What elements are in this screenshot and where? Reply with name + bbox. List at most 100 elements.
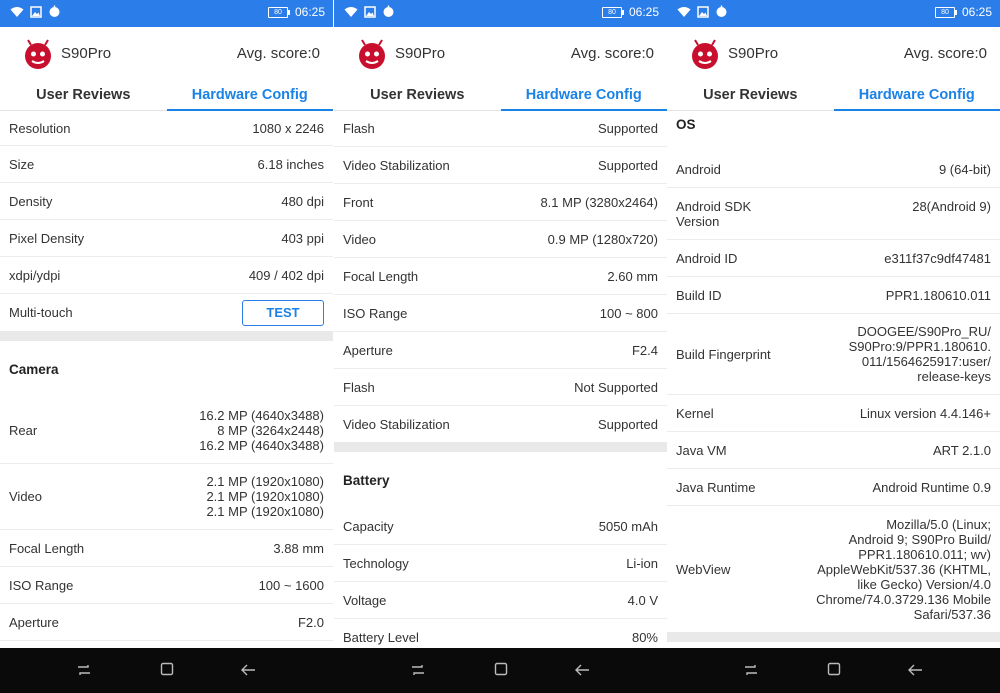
image-icon [30,5,42,18]
status-time: 06:25 [961,5,992,19]
row-label: Battery Level [343,629,419,645]
app-notification-icon [716,5,727,17]
row-label: Voltage [343,592,387,608]
status-time: 06:25 [628,5,659,19]
back-icon[interactable] [240,662,256,678]
row-label: Java VM [676,442,727,458]
config-list[interactable]: OS Android 9 (64-bit) Android SDK Version… [667,111,1000,642]
screen-1: 80 06:25 S90Pro Avg. score:0 User Review… [0,0,333,648]
list-row: Capacity 5050 mAh [334,508,667,545]
list-row: Video 0.9 MP (1280x720) [334,221,667,258]
section-title-os: OS [676,117,696,132]
image-icon [697,5,709,18]
row-value: 4.0 V [627,592,658,608]
recents-icon[interactable] [76,662,92,678]
app-notification-icon [383,5,394,17]
row-label: Front [343,194,374,210]
row-value: Supported [598,157,658,173]
tab-bar: User Reviews Hardware Config [0,80,333,111]
home-icon[interactable] [494,662,508,676]
section-divider [667,632,1000,642]
row-label: xdpi/ydpi [9,267,61,283]
row-value: 1080 x 2246 [252,120,324,136]
row-value: PPR1.180610.011 [885,287,991,303]
list-row: Java VM ART 2.1.0 [667,432,1000,469]
row-value: F2.0 [297,614,324,630]
list-row: Kernel Linux version 4.4.146+ [667,395,1000,432]
status-bar: 80 06:25 [0,0,333,27]
app-notification-icon [49,5,60,17]
row-label: Resolution [9,120,71,136]
tab-hardware-config-label: Hardware Config [525,87,642,103]
row-label: Video [343,231,377,247]
config-list[interactable]: Resolution 1080 x 2246 Size 6.18 inches De… [0,111,333,641]
antutu-logo-icon [692,39,718,69]
row-value: 6.18 inches [257,156,325,172]
row-value: 0.9 MP (1280x720) [547,231,658,247]
row-value: DOOGEE/S90Pro_RU/ S90Pro:9/PPR1.180610. … [848,324,991,384]
row-value: Not Supported [574,379,658,395]
list-row: Android ID e311f37c9df47481 [667,240,1000,277]
row-label: Video Stabilization [343,157,450,173]
tab-hardware-config[interactable]: Hardware Config [166,80,333,111]
system-nav-bar [0,648,1000,693]
row-label: Focal Length [343,268,419,284]
status-bar: 80 06:25 [667,0,1000,27]
list-row: Voltage 4.0 V [334,582,667,619]
section-divider [0,331,333,341]
tab-user-reviews[interactable]: User Reviews [667,80,834,110]
row-label: ISO Range [343,305,408,321]
list-row: Pixel Density 403 ppi [0,220,333,257]
row-label: Aperture [343,342,393,358]
avg-score: Avg. score:0 [903,45,987,62]
tab-user-reviews[interactable]: User Reviews [0,80,167,110]
back-icon[interactable] [907,662,923,678]
row-value: 16.2 MP (4640x3488) 8 MP (3264x2448) 16.… [199,407,324,453]
recents-icon[interactable] [410,662,426,678]
tab-bar: User Reviews Hardware Config [667,80,1000,111]
list-row: Java Runtime Android Runtime 0.9 [667,469,1000,506]
recents-icon[interactable] [743,662,759,678]
row-label: Build Fingerprint [676,346,771,362]
list-row: Build Fingerprint DOOGEE/S90Pro_RU/ S90Pr… [667,314,1000,395]
wifi-icon [10,6,24,17]
back-icon[interactable] [574,662,590,678]
image-icon [364,5,376,18]
device-name: S90Pro [728,45,779,62]
multi-touch-test-button[interactable]: TEST [242,299,324,326]
row-label: ISO Range [9,577,74,593]
list-row: Rear 16.2 MP (4640x3488) 8 MP (3264x2448)… [0,397,333,464]
list-row: Resolution 1080 x 2246 [0,111,333,146]
list-row: Flash Not Supported [334,369,667,406]
tab-hardware-config[interactable]: Hardware Config [833,80,1000,111]
config-list[interactable]: Flash Supported Video Stabilization Suppor… [334,111,667,648]
row-value: 28(Android 9) [912,199,991,214]
status-time: 06:25 [294,5,325,19]
avg-score: Avg. score:0 [236,45,320,62]
row-value: Supported [598,121,658,136]
antutu-logo-icon [359,39,385,69]
list-row: Aperture F2.0 [0,604,333,641]
home-icon[interactable] [827,662,841,676]
tab-hardware-config[interactable]: Hardware Config [500,80,667,111]
app-header: S90Pro Avg. score:0 [0,27,333,80]
row-label: Video Stabilization [343,416,450,432]
app-header: S90Pro Avg. score:0 [334,27,667,80]
row-label: Video [9,489,43,504]
row-label: Pixel Density [9,230,85,246]
row-value: 480 dpi [281,193,324,209]
list-row: Video Stabilization Supported [334,147,667,184]
row-label: Build ID [676,287,722,303]
row-value: 5050 mAh [598,518,658,534]
row-label: Java Runtime [676,479,756,495]
screen-2: 80 06:25 S90Pro Avg. score:0 User Review… [334,0,667,648]
tab-user-reviews[interactable]: User Reviews [334,80,501,110]
home-icon[interactable] [160,662,174,676]
list-row: Android SDK Version 28(Android 9) [667,188,1000,240]
row-label: Density [9,193,53,209]
row-value: 100 ~ 1600 [258,577,324,593]
row-value: 9 (64-bit) [938,162,991,177]
section-title-camera: Camera [9,361,59,377]
row-label: Technology [343,555,409,571]
row-label: Android ID [676,250,738,266]
